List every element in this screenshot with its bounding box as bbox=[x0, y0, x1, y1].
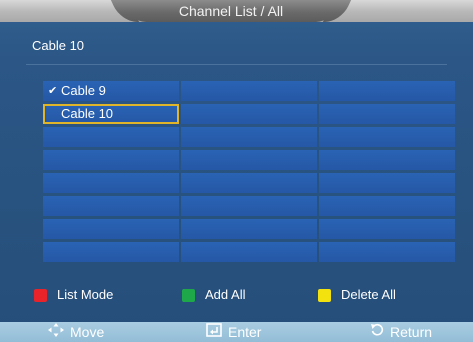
color-key-legend: List Mode Add All Delete All bbox=[0, 285, 473, 305]
channel-slot[interactable] bbox=[181, 150, 317, 170]
channel-slot[interactable] bbox=[181, 81, 317, 101]
return-hint[interactable]: Return bbox=[370, 323, 432, 341]
channel-item-selected[interactable]: Cable 10 bbox=[43, 104, 179, 124]
current-channel-label: Cable 10 bbox=[32, 38, 85, 53]
enter-icon bbox=[206, 323, 222, 341]
channel-slot[interactable] bbox=[181, 104, 317, 124]
channel-slot[interactable] bbox=[319, 81, 455, 101]
page-title: Channel List / All bbox=[178, 3, 284, 19]
checkmark-icon: ✔ bbox=[48, 85, 58, 97]
move-hint[interactable]: Move bbox=[48, 323, 104, 341]
channel-item-label: Cable 10 bbox=[61, 106, 114, 121]
channel-slot[interactable] bbox=[181, 173, 317, 193]
channel-slot[interactable] bbox=[181, 219, 317, 239]
channel-list-screen: Channel List / All Cable 10 ✔ Cable 9 Ca… bbox=[0, 0, 473, 342]
channel-slot[interactable] bbox=[319, 104, 455, 124]
channel-slot[interactable] bbox=[43, 219, 179, 239]
channel-slot[interactable] bbox=[319, 150, 455, 170]
channel-slot[interactable] bbox=[319, 242, 455, 262]
channel-slot[interactable] bbox=[319, 219, 455, 239]
directional-pad-icon bbox=[48, 323, 64, 341]
title-bar: Channel List / All bbox=[0, 0, 473, 22]
return-icon bbox=[370, 323, 384, 341]
divider bbox=[26, 64, 447, 65]
yellow-key-icon bbox=[318, 289, 331, 302]
channel-slot[interactable] bbox=[181, 242, 317, 262]
delete-all-label: Delete All bbox=[341, 287, 396, 302]
red-key-icon bbox=[34, 289, 47, 302]
channel-slot[interactable] bbox=[43, 173, 179, 193]
green-key-icon bbox=[182, 289, 195, 302]
channel-slot[interactable] bbox=[319, 127, 455, 147]
channel-slot[interactable] bbox=[319, 173, 455, 193]
add-all-label: Add All bbox=[205, 287, 246, 302]
return-label: Return bbox=[390, 324, 433, 340]
channel-item-label: Cable 9 bbox=[61, 83, 106, 98]
channel-slot[interactable] bbox=[43, 150, 179, 170]
channel-item[interactable]: ✔ Cable 9 bbox=[43, 81, 179, 101]
channel-grid: ✔ Cable 9 Cable 10 bbox=[43, 81, 456, 265]
channel-slot[interactable] bbox=[319, 196, 455, 216]
move-label: Move bbox=[70, 324, 105, 340]
channel-slot[interactable] bbox=[43, 242, 179, 262]
list-mode-label: List Mode bbox=[57, 287, 114, 302]
channel-slot[interactable] bbox=[43, 127, 179, 147]
enter-hint[interactable]: Enter bbox=[206, 323, 261, 341]
channel-slot[interactable] bbox=[181, 127, 317, 147]
channel-slot[interactable] bbox=[43, 196, 179, 216]
enter-label: Enter bbox=[228, 324, 262, 340]
channel-slot[interactable] bbox=[181, 196, 317, 216]
navigation-help-bar: Move Enter Return bbox=[0, 322, 473, 342]
